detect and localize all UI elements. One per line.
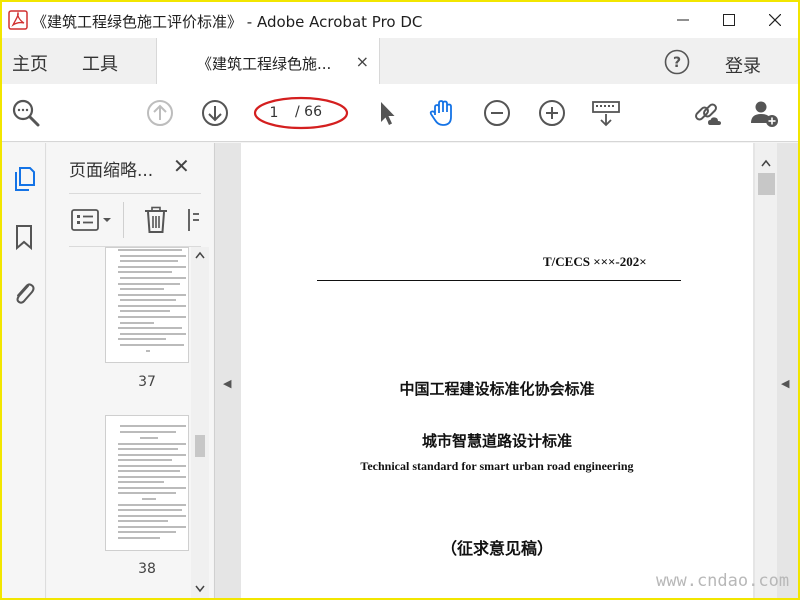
attachments-icon[interactable]	[10, 279, 38, 307]
document-scroll-thumb[interactable]	[758, 173, 775, 195]
thumbnail-scroll-thumb[interactable]	[195, 435, 205, 457]
toolbar: / 66	[2, 84, 798, 142]
close-button[interactable]	[752, 2, 798, 38]
zoom-out-icon[interactable]	[481, 97, 513, 129]
maximize-button[interactable]	[706, 2, 752, 38]
document-scrollbar[interactable]	[755, 143, 777, 598]
delete-page-icon[interactable]	[143, 206, 169, 234]
document-title-en: Technical standard for smart urban road …	[360, 459, 634, 473]
thumbnails-panel: 页面缩略... ✕ 37 38	[47, 143, 213, 598]
thumbnail-page-label: 37	[138, 374, 156, 390]
thumbnail-list: 37 38	[47, 247, 213, 598]
bookmarks-icon[interactable]	[10, 223, 38, 251]
close-icon	[769, 14, 781, 26]
scroll-up-icon[interactable]	[761, 159, 771, 167]
panel-close-icon[interactable]: ✕	[173, 154, 190, 178]
site-watermark: www.cndao.com	[656, 571, 790, 591]
acrobat-app-icon	[8, 10, 28, 30]
tab-bar: 主页 工具 《建筑工程绿色施... × ? 登录	[2, 38, 798, 85]
document-tab-close-icon[interactable]: ×	[356, 52, 369, 71]
zoom-in-icon[interactable]	[536, 97, 568, 129]
scroll-down-icon[interactable]	[195, 585, 205, 593]
thumbnail-text-preview	[118, 249, 186, 352]
thumbnail-page[interactable]	[105, 415, 189, 551]
thumbnail-scrollbar[interactable]	[191, 247, 209, 598]
thumbnail-text-preview	[118, 425, 186, 539]
page-thumbnails-icon[interactable]	[10, 165, 38, 193]
add-user-icon[interactable]	[748, 97, 780, 129]
window-title: 《建筑工程绿色施工评价标准》 - Adobe Acrobat Pro DC	[32, 13, 423, 31]
document-tab-label: 《建筑工程绿色施...	[197, 55, 332, 73]
scroll-up-icon[interactable]	[195, 251, 205, 259]
hand-tool-icon[interactable]	[426, 97, 458, 129]
more-tools-icon[interactable]	[187, 206, 201, 234]
title-bar: 《建筑工程绿色施工评价标准》 - Adobe Acrobat Pro DC	[2, 2, 798, 38]
svg-text:?: ?	[673, 55, 681, 71]
organization-name: 中国工程建设标准化协会标准	[399, 380, 595, 398]
document-viewport: ◀ T/CECS ×××-202× 中国工程建设标准化协会标准 城市智慧道路设计…	[214, 143, 798, 598]
draft-note: （征求意见稿）	[440, 539, 553, 558]
tab-home[interactable]: 主页	[12, 50, 48, 76]
search-zoom-icon[interactable]	[10, 97, 42, 129]
highlight-ellipse	[253, 96, 349, 130]
header-rule	[317, 280, 681, 281]
keyboard-scroll-icon[interactable]	[590, 97, 622, 129]
help-icon[interactable]: ?	[664, 49, 690, 75]
standard-code: T/CECS ×××-202×	[543, 254, 647, 269]
minimize-button[interactable]	[660, 2, 706, 38]
prev-page-icon[interactable]	[144, 97, 176, 129]
pdf-page: T/CECS ×××-202× 中国工程建设标准化协会标准 城市智慧道路设计标准…	[241, 143, 753, 598]
document-tab[interactable]: 《建筑工程绿色施... ×	[156, 38, 380, 85]
app-window: 《建筑工程绿色施工评价标准》 - Adobe Acrobat Pro DC 主页…	[2, 2, 798, 598]
collapse-left-panel-icon[interactable]: ◀	[223, 377, 231, 390]
maximize-icon	[723, 14, 735, 26]
expand-right-panel-icon[interactable]: ◀	[781, 377, 789, 390]
toolbar-divider	[123, 202, 124, 238]
thumbnail-page[interactable]	[105, 247, 189, 363]
left-rail	[2, 143, 46, 598]
next-page-icon[interactable]	[199, 97, 231, 129]
select-pointer-icon[interactable]	[370, 97, 402, 129]
tab-tools[interactable]: 工具	[82, 50, 118, 76]
document-title-cn: 城市智慧道路设计标准	[421, 432, 572, 450]
share-link-icon[interactable]	[692, 97, 724, 129]
thumbnail-page-label: 38	[138, 561, 156, 577]
panel-title: 页面缩略...	[69, 161, 154, 181]
thumbnail-options-icon[interactable]	[71, 208, 115, 232]
panel-toolbar	[69, 193, 201, 247]
minimize-icon	[677, 19, 689, 21]
sign-in-button[interactable]: 登录	[725, 52, 761, 78]
